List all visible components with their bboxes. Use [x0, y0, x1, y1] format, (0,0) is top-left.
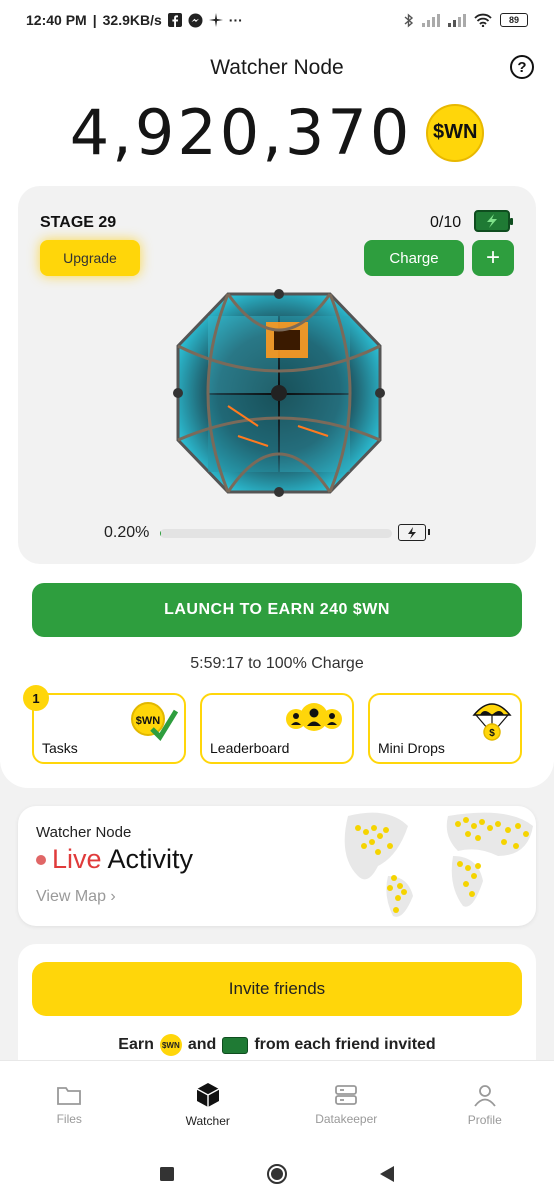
chevron-right-icon: ›: [110, 888, 116, 905]
leaderboard-label: Leaderboard: [210, 740, 290, 756]
status-divider: |: [92, 12, 97, 28]
mini-drops-label: Mini Drops: [378, 740, 445, 756]
server-icon: [335, 1084, 358, 1105]
invite-friends-button[interactable]: Invite friends: [32, 962, 522, 1016]
nav-profile-label: Profile: [467, 1112, 502, 1127]
status-speed: 32.9KB/s: [102, 12, 162, 28]
nav-watcher[interactable]: Watcher: [139, 1061, 278, 1148]
facebook-icon: [167, 13, 182, 27]
system-navigation: [0, 1148, 554, 1200]
tasks-badge: 1: [23, 685, 49, 711]
live-activity-card[interactable]: Watcher Node Live Activity View Map ›: [18, 806, 536, 926]
earn-and: and: [187, 1036, 217, 1053]
svg-text:$: $: [489, 728, 495, 739]
home-icon[interactable]: [266, 1163, 288, 1185]
view-map-label: View Map: [36, 888, 106, 905]
bottom-navigation: Files Watcher Datakeeper Profile: [0, 1060, 554, 1148]
add-charge-button[interactable]: +: [472, 240, 514, 276]
balance-value: 4,920,370: [69, 96, 413, 169]
svg-text:$WN: $WN: [136, 715, 161, 727]
earn-prefix: Earn: [118, 1036, 154, 1053]
nav-datakeeper-label: Datakeeper: [315, 1111, 378, 1126]
stage-card: STAGE 29 0/10 Upgrade Charge + 0.20%: [18, 186, 536, 564]
wn-coin-icon: $WN: [426, 103, 485, 162]
recent-apps-icon[interactable]: [160, 1167, 174, 1181]
user-icon: [474, 1084, 496, 1107]
tasks-label: Tasks: [42, 740, 78, 756]
balance-row: 4,920,370 $WN: [0, 96, 554, 169]
earn-line: Earn $WN and from each friend invited: [18, 1034, 536, 1056]
charge-button[interactable]: Charge: [364, 240, 464, 276]
charge-count: 0/10: [430, 214, 462, 231]
parachute-coin-icon: $: [470, 699, 514, 748]
signal-icon-1: [422, 13, 440, 27]
wifi-icon: [474, 13, 492, 27]
folder-icon: [57, 1086, 82, 1105]
live-word: Live: [52, 844, 102, 874]
mini-drops-card[interactable]: $ Mini Drops: [368, 693, 522, 764]
upgrade-button[interactable]: Upgrade: [40, 240, 140, 276]
battery-small-icon: [222, 1036, 249, 1054]
watcher-node-orb-image[interactable]: [168, 286, 390, 500]
leaderboard-card[interactable]: Leaderboard: [200, 693, 354, 764]
live-activity-subtitle: Watcher Node: [36, 824, 132, 841]
sparkle-icon: [208, 13, 223, 27]
cube-icon: [196, 1082, 220, 1107]
nav-files-label: Files: [56, 1111, 82, 1126]
tasks-coin-icon: $WN: [128, 699, 179, 746]
status-time: 12:40 PM: [26, 12, 87, 28]
world-map-image: [344, 812, 533, 917]
bluetooth-icon: [404, 12, 414, 28]
leaderboard-people-icon: [282, 699, 346, 738]
charge-progress-bar: [160, 529, 392, 538]
view-map-link[interactable]: View Map ›: [36, 888, 116, 906]
messenger-icon: [188, 13, 203, 28]
charge-timer: 5:59:17 to 100% Charge: [190, 655, 364, 672]
page-title: Watcher Node: [210, 56, 344, 79]
live-dot-icon: [36, 854, 46, 865]
battery-bolt-icon: [398, 524, 430, 541]
stage-label: STAGE 29: [40, 214, 117, 231]
back-icon[interactable]: [380, 1166, 394, 1182]
nav-profile[interactable]: Profile: [416, 1061, 554, 1148]
earn-suffix: from each friend invited: [254, 1036, 436, 1053]
activity-word: Activity: [107, 844, 194, 874]
status-bar: 12:40 PM | 32.9KB/s ··· 89: [0, 0, 554, 40]
more-dots-icon: ···: [228, 12, 243, 28]
nav-watcher-label: Watcher: [185, 1113, 230, 1128]
battery-icon: 89: [500, 13, 528, 27]
wn-coin-small-icon: $WN: [159, 1034, 182, 1056]
nav-datakeeper[interactable]: Datakeeper: [277, 1061, 416, 1148]
launch-to-earn-button[interactable]: LAUNCH TO EARN 240 $WN: [32, 583, 522, 637]
tasks-card[interactable]: $WN Tasks: [32, 693, 186, 764]
live-activity-title: Live Activity: [36, 844, 193, 875]
help-icon[interactable]: ?: [510, 55, 534, 79]
signal-icon-2: [448, 13, 466, 27]
progress-percent: 0.20%: [104, 524, 150, 541]
nav-files[interactable]: Files: [0, 1061, 139, 1148]
battery-charge-icon: [474, 210, 513, 232]
